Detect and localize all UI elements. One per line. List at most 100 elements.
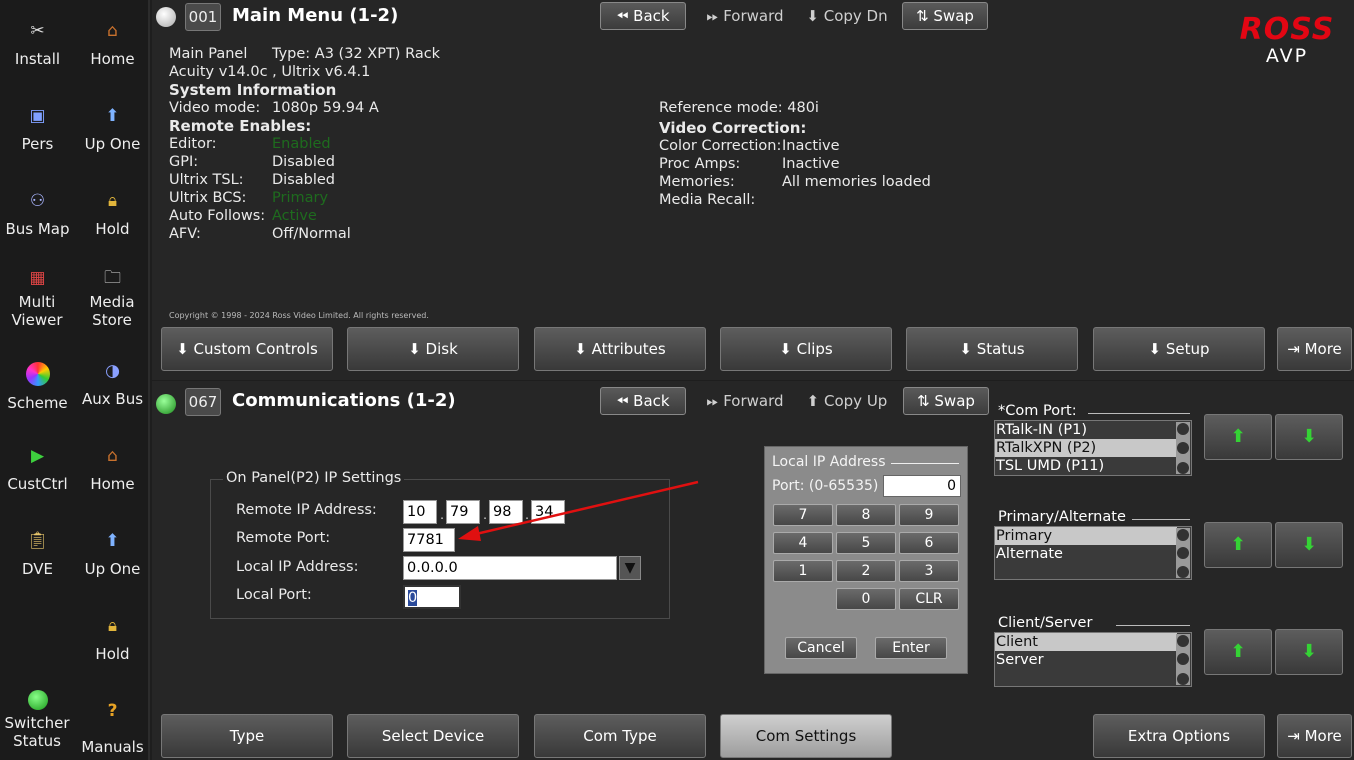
disk-button[interactable]: ⬇ Disk	[347, 327, 519, 371]
key-3[interactable]: 3	[899, 560, 959, 582]
com-port-listbox[interactable]: RTalk-IN (P1) RTalkXPN (P2) TSL UMD (P11…	[994, 420, 1192, 476]
sidebar-item-label: Home	[90, 50, 135, 68]
proc-amps-value: Inactive	[782, 156, 840, 172]
sidebar-item-label: Home	[90, 475, 135, 493]
arrow-down-icon: ⬇	[408, 340, 426, 358]
key-1[interactable]: 1	[773, 560, 833, 582]
forward-button[interactable]: ⏩︎ Forward	[700, 3, 790, 31]
copy-up-button[interactable]: ⬆ Copy Up	[802, 388, 892, 416]
scrollbar[interactable]	[1176, 528, 1190, 578]
primary-alternate-down-button[interactable]: ⬇	[1275, 522, 1343, 568]
keypad-enter-button[interactable]: Enter	[875, 637, 947, 659]
client-server-up-button[interactable]: ⬆	[1204, 629, 1272, 675]
local-ip-label: Local IP Address:	[236, 559, 359, 575]
key-2[interactable]: 2	[836, 560, 896, 582]
sidebar-item-scheme[interactable]: Scheme	[0, 340, 75, 424]
dve-icon: 📋︎	[26, 531, 49, 551]
scrollbar[interactable]	[1176, 634, 1190, 685]
list-item-selected[interactable]: RTalkXPN (P2)	[995, 439, 1177, 457]
keypad-port-label: Port: (0-65535)	[772, 478, 879, 494]
status-button[interactable]: ⬇ Status	[906, 327, 1078, 371]
primary-alternate-listbox[interactable]: Primary Alternate	[994, 526, 1192, 580]
sidebar-item-switcher-status[interactable]: Switcher Status	[0, 678, 75, 760]
com-port-down-button[interactable]: ⬇	[1275, 414, 1343, 460]
back-button[interactable]: ⏪︎ Back	[600, 2, 686, 30]
local-ip-field[interactable]: 0.0.0.0	[403, 556, 617, 580]
sidebar-item-hold[interactable]: 🔒︎ Hold	[75, 170, 150, 254]
sidebar-item-pers[interactable]: ▣ Pers	[0, 85, 75, 169]
remote-ip-octet-2[interactable]: 79	[446, 500, 480, 524]
remote-port-label: Remote Port:	[236, 530, 331, 546]
com-type-button[interactable]: Com Type	[534, 714, 706, 758]
custom-controls-button[interactable]: ⬇ Custom Controls	[161, 327, 333, 371]
sidebar-item-custctrl[interactable]: ▶ CustCtrl	[0, 425, 75, 509]
list-item[interactable]: RTalk-IN (P1)	[995, 421, 1177, 439]
back-button[interactable]: ⏪︎ Back	[600, 387, 686, 415]
com-port-up-button[interactable]: ⬆	[1204, 414, 1272, 460]
list-item-selected[interactable]: Client	[995, 633, 1177, 651]
swap-button[interactable]: ⇅ Swap	[902, 2, 988, 30]
key-4[interactable]: 4	[773, 532, 833, 554]
sidebar-item-bus-map[interactable]: ⚇ Bus Map	[0, 170, 75, 254]
scrollbar[interactable]	[1176, 422, 1190, 474]
key-clr[interactable]: CLR	[899, 588, 959, 610]
arrow-down-icon: ⬇	[574, 340, 592, 358]
sidebar-item-home-2[interactable]: ⌂ Home	[75, 425, 150, 509]
ip-keypad-dialog: Local IP Address Port: (0-65535) 0 7 8 9…	[764, 446, 968, 674]
remote-ip-octet-3[interactable]: 98	[489, 500, 523, 524]
more-button[interactable]: ⇥ More	[1277, 714, 1352, 758]
list-item[interactable]: Alternate	[995, 545, 1177, 563]
client-server-down-button[interactable]: ⬇	[1275, 629, 1343, 675]
key-9[interactable]: 9	[899, 504, 959, 526]
swap-button[interactable]: ⇅ Swap	[903, 387, 989, 415]
sidebar-item-media-store[interactable]: 🗀 Media Store	[75, 255, 150, 339]
triangle-down-icon: ▼	[624, 560, 636, 576]
remote-ip-octet-1[interactable]: 10	[403, 500, 437, 524]
arrow-down-icon: ⬇	[1301, 426, 1317, 447]
key-0[interactable]: 0	[836, 588, 896, 610]
com-settings-button[interactable]: Com Settings	[720, 714, 892, 758]
keypad-title-line	[891, 463, 959, 464]
list-item-selected[interactable]: Primary	[995, 527, 1177, 545]
forward-button[interactable]: ⏩︎ Forward	[700, 388, 790, 416]
local-ip-dropdown[interactable]: ▼	[619, 556, 641, 580]
client-server-listbox[interactable]: Client Server	[994, 632, 1192, 687]
primary-alternate-up-button[interactable]: ⬆	[1204, 522, 1272, 568]
editor-label: Editor:	[169, 136, 217, 152]
auto-follows-value: Active	[272, 208, 317, 224]
keypad-cancel-button[interactable]: Cancel	[785, 637, 857, 659]
more-button[interactable]: ⇥ More	[1277, 327, 1352, 371]
sidebar-item-home[interactable]: ⌂ Home	[75, 0, 150, 84]
select-device-button[interactable]: Select Device	[347, 714, 519, 758]
key-8[interactable]: 8	[836, 504, 896, 526]
sidebar-item-up-one[interactable]: ⬆ Up One	[75, 85, 150, 169]
extra-options-button[interactable]: Extra Options	[1093, 714, 1265, 758]
sidebar-item-aux-bus[interactable]: ◑ Aux Bus	[75, 340, 150, 424]
panel-type: Type: A3 (32 XPT) Rack	[272, 46, 441, 62]
remote-ip-octet-4[interactable]: 34	[531, 500, 565, 524]
key-6[interactable]: 6	[899, 532, 959, 554]
sidebar-item-multi-viewer[interactable]: ▦ Multi Viewer	[0, 255, 75, 339]
sidebar-item-install[interactable]: ✂ Install	[0, 0, 75, 84]
sidebar-item-up-one-2[interactable]: ⬆ Up One	[75, 510, 150, 594]
type-button[interactable]: Type	[161, 714, 333, 758]
key-5[interactable]: 5	[836, 532, 896, 554]
attributes-button[interactable]: ⬇ Attributes	[534, 327, 706, 371]
arrow-down-icon: ⬇	[176, 340, 194, 358]
local-port-field[interactable]: 0	[403, 585, 461, 609]
sidebar-item-label: Manuals	[81, 738, 144, 756]
setup-button[interactable]: ⬇ Setup	[1093, 327, 1265, 371]
remote-port-field[interactable]: 7781	[403, 528, 455, 552]
keypad-port-field[interactable]: 0	[883, 475, 961, 497]
ultrix-tsl-label: Ultrix TSL:	[169, 172, 244, 188]
list-item[interactable]: TSL UMD (P11)	[995, 457, 1177, 475]
copy-down-button[interactable]: ⬇ Copy Dn	[802, 3, 892, 31]
clips-button[interactable]: ⬇ Clips	[720, 327, 892, 371]
list-item[interactable]: Server	[995, 651, 1177, 669]
sidebar-item-dve[interactable]: 📋︎ DVE	[0, 510, 75, 594]
sidebar-item-manuals[interactable]: ? Manuals	[75, 678, 150, 760]
key-7[interactable]: 7	[773, 504, 833, 526]
sidebar-item-hold-2[interactable]: 🔒︎ Hold	[75, 595, 150, 679]
sidebar-item-label: CustCtrl	[7, 475, 68, 493]
sidebar-item-label: Install	[14, 50, 61, 68]
